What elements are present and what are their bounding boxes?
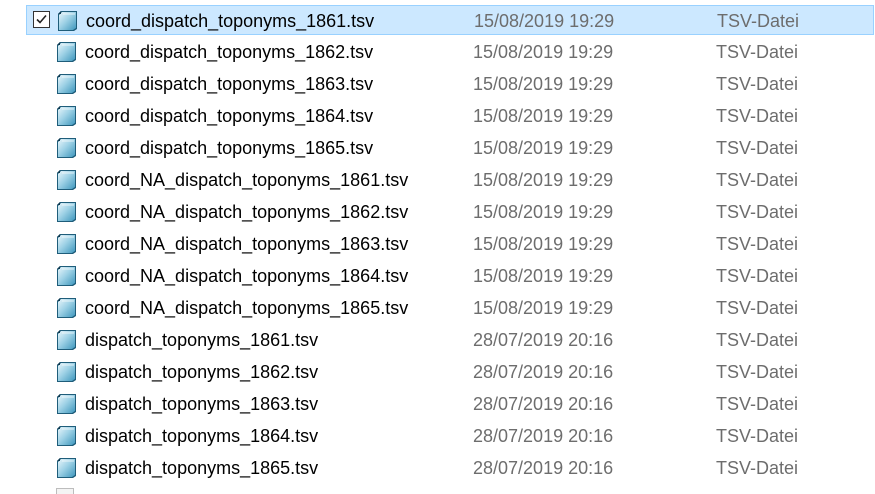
file-date-modified: 15/08/2019 19:29 — [473, 234, 614, 254]
tsv-file-icon — [56, 201, 77, 223]
tsv-file-icon — [56, 73, 77, 95]
file-date-modified: 28/07/2019 20:16 — [473, 458, 614, 478]
tsv-file-icon — [56, 457, 77, 479]
file-type: TSV-Datei — [716, 74, 799, 94]
file-row[interactable]: coord_NA_dispatch_toponyms_1861.tsv 15/08… — [26, 165, 874, 195]
file-type: TSV-Datei — [716, 266, 799, 286]
file-name: coord_NA_dispatch_toponyms_1864.tsv — [85, 266, 409, 286]
file-name: dispatch_toponyms_1861.tsv — [85, 330, 319, 350]
file-name: coord_NA_dispatch_toponyms_1862.tsv — [85, 202, 409, 222]
tsv-file-icon — [56, 329, 77, 351]
tsv-file-icon — [56, 425, 77, 447]
file-row[interactable]: coord_dispatch_toponyms_1865.tsv 15/08/20… — [26, 133, 874, 163]
file-name: coord_NA_dispatch_toponyms_1861.tsv — [85, 170, 409, 190]
file-date-modified: 15/08/2019 19:29 — [473, 170, 614, 190]
file-type: TSV-Datei — [716, 234, 799, 254]
file-row[interactable]: coord_dispatch_toponyms_1864.tsv 15/08/20… — [26, 101, 874, 131]
tsv-file-icon — [56, 297, 77, 319]
file-date-modified: 28/07/2019 20:16 — [473, 426, 614, 446]
file-row[interactable]: dispatch_toponyms_1865.tsv 28/07/2019 20:… — [26, 453, 874, 483]
file-date-modified: 28/07/2019 20:16 — [473, 362, 614, 382]
file-row[interactable]: dispatch_toponyms_1861.tsv 28/07/2019 20:… — [26, 325, 874, 355]
file-name: coord_dispatch_toponyms_1863.tsv — [85, 74, 374, 94]
file-list: coord_dispatch_toponyms_1861.tsv 15/08/20… — [0, 0, 875, 492]
file-name: coord_dispatch_toponyms_1862.tsv — [85, 42, 374, 62]
file-name: dispatch_toponyms_1862.tsv — [85, 362, 319, 382]
file-date-modified: 28/07/2019 20:16 — [473, 330, 614, 350]
row-checkbox[interactable] — [33, 11, 50, 28]
file-row[interactable]: coord_NA_dispatch_toponyms_1863.tsv 15/08… — [26, 229, 874, 259]
file-type: TSV-Datei — [716, 426, 799, 446]
file-date-modified: 15/08/2019 19:29 — [473, 266, 614, 286]
file-row[interactable]: coord_dispatch_toponyms_1863.tsv 15/08/20… — [26, 69, 874, 99]
file-type: TSV-Datei — [716, 362, 799, 382]
tsv-file-icon — [57, 10, 78, 32]
tsv-file-icon — [56, 137, 77, 159]
partial-file-icon — [56, 488, 74, 494]
file-name: coord_NA_dispatch_toponyms_1863.tsv — [85, 234, 409, 254]
file-date-modified: 15/08/2019 19:29 — [474, 11, 615, 31]
file-type: TSV-Datei — [716, 106, 799, 126]
file-name: coord_dispatch_toponyms_1864.tsv — [85, 106, 374, 126]
tsv-file-icon — [56, 393, 77, 415]
file-type: TSV-Datei — [716, 202, 799, 222]
tsv-file-icon — [56, 233, 77, 255]
file-name: coord_NA_dispatch_toponyms_1865.tsv — [85, 298, 409, 318]
file-date-modified: 28/07/2019 20:16 — [473, 394, 614, 414]
file-date-modified: 15/08/2019 19:29 — [473, 106, 614, 126]
file-date-modified: 15/08/2019 19:29 — [473, 202, 614, 222]
file-type: TSV-Datei — [716, 394, 799, 414]
tsv-file-icon — [56, 105, 77, 127]
file-name: dispatch_toponyms_1864.tsv — [85, 426, 319, 446]
file-row[interactable]: dispatch_toponyms_1863.tsv 28/07/2019 20:… — [26, 389, 874, 419]
file-type: TSV-Datei — [716, 298, 799, 318]
file-row[interactable]: dispatch_toponyms_1862.tsv 28/07/2019 20:… — [26, 357, 874, 387]
file-row[interactable]: coord_dispatch_toponyms_1862.tsv 15/08/20… — [26, 37, 874, 67]
file-name: coord_dispatch_toponyms_1865.tsv — [85, 138, 374, 158]
file-date-modified: 15/08/2019 19:29 — [473, 42, 614, 62]
file-type: TSV-Datei — [716, 138, 799, 158]
file-row[interactable]: coord_NA_dispatch_toponyms_1864.tsv 15/08… — [26, 261, 874, 291]
file-row[interactable]: dispatch_toponyms_1864.tsv 28/07/2019 20:… — [26, 421, 874, 451]
file-type: TSV-Datei — [716, 42, 799, 62]
file-row[interactable]: coord_dispatch_toponyms_1861.tsv 15/08/20… — [26, 5, 874, 35]
file-type: TSV-Datei — [716, 170, 799, 190]
tsv-file-icon — [56, 41, 77, 63]
file-name: coord_dispatch_toponyms_1861.tsv — [86, 11, 375, 31]
file-row[interactable]: coord_NA_dispatch_toponyms_1862.tsv 15/08… — [26, 197, 874, 227]
tsv-file-icon — [56, 361, 77, 383]
tsv-file-icon — [56, 169, 77, 191]
file-type: TSV-Datei — [717, 11, 800, 31]
file-row[interactable]: coord_NA_dispatch_toponyms_1865.tsv 15/08… — [26, 293, 874, 323]
tsv-file-icon — [56, 265, 77, 287]
file-date-modified: 15/08/2019 19:29 — [473, 74, 614, 94]
file-type: TSV-Datei — [716, 330, 799, 350]
file-name: dispatch_toponyms_1863.tsv — [85, 394, 319, 414]
file-date-modified: 15/08/2019 19:29 — [473, 138, 614, 158]
file-type: TSV-Datei — [716, 458, 799, 478]
file-name: dispatch_toponyms_1865.tsv — [85, 458, 319, 478]
file-date-modified: 15/08/2019 19:29 — [473, 298, 614, 318]
